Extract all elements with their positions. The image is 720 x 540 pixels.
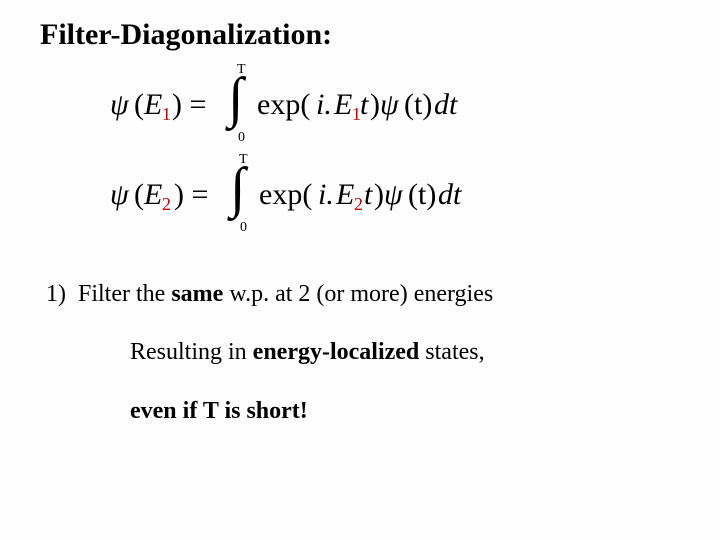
subscript-2b: 2 (354, 194, 363, 215)
t-symbol: t (360, 88, 368, 122)
psi-symbol-2: ψ (380, 88, 399, 122)
line-3: even if T is short! (130, 395, 680, 427)
line-2: Resulting in energy-localized states, (130, 336, 680, 368)
subscript-2: 2 (162, 194, 171, 215)
i-dot: i. (318, 178, 334, 212)
rparen-eq: ) = (174, 178, 208, 212)
subscript-1: 1 (162, 104, 171, 125)
E-symbol-2: E (336, 178, 354, 212)
i-dot: i. (316, 88, 332, 122)
E-symbol-2: E (334, 88, 352, 122)
rparen-eq: ) = (172, 88, 206, 122)
equation-2: ψ ( E 2 ) = T ∫ 0 exp( i. E 2 t ) ψ (t) … (110, 148, 680, 238)
dt: dt (438, 178, 461, 212)
slide-title: Filter-Diagonalization: (40, 18, 680, 52)
dt: dt (434, 88, 457, 122)
line1-c: w.p. at 2 (or more) energies (223, 281, 493, 307)
equation-block: ψ ( E 1 ) = T ∫ 0 exp( i. E 1 t ) ψ (t) … (110, 58, 680, 238)
lparen: ( (134, 178, 144, 212)
bullet-number: 1) (46, 281, 66, 307)
lower-limit: 0 (238, 130, 245, 146)
equation-1: ψ ( E 1 ) = T ∫ 0 exp( i. E 1 t ) ψ (t) … (110, 58, 680, 148)
line1-a: Filter the (78, 281, 171, 307)
lparen: ( (134, 88, 144, 122)
integral-sign: ∫ (230, 160, 245, 216)
line2-b: energy-localized (253, 339, 420, 365)
psi-symbol: ψ (110, 88, 129, 122)
line1-same: same (171, 281, 223, 307)
t-paren: (t) (404, 88, 432, 122)
psi-symbol: ψ (110, 178, 129, 212)
bullet-1: 1) Filter the same w.p. at 2 (or more) e… (46, 278, 680, 310)
close-paren: ) (370, 88, 380, 122)
E-symbol: E (144, 178, 162, 212)
line2-a: Resulting in (130, 339, 253, 365)
line2-c: states, (419, 339, 484, 365)
t-symbol: t (364, 178, 372, 212)
E-symbol: E (144, 88, 162, 122)
exp-open: exp( (259, 178, 312, 212)
lower-limit: 0 (240, 220, 247, 236)
body-text: 1) Filter the same w.p. at 2 (or more) e… (40, 278, 680, 427)
psi-symbol-2: ψ (384, 178, 403, 212)
exp-open: exp( (257, 88, 310, 122)
integral-sign: ∫ (228, 70, 243, 126)
close-paren: ) (374, 178, 384, 212)
t-paren: (t) (408, 178, 436, 212)
